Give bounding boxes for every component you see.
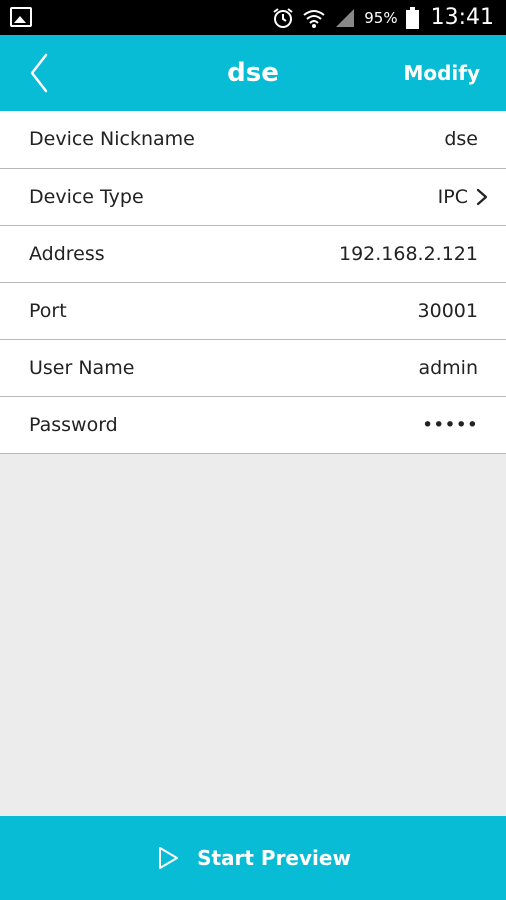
- back-button[interactable]: [24, 51, 64, 95]
- device-nickname-row[interactable]: Device Nickname dse: [0, 111, 506, 169]
- modify-button[interactable]: Modify: [403, 35, 480, 111]
- user-name-row[interactable]: User Name admin: [0, 340, 506, 397]
- device-nickname-label: Device Nickname: [29, 128, 195, 150]
- battery-icon: [405, 6, 419, 29]
- password-row[interactable]: Password •••••: [0, 397, 506, 454]
- device-type-row[interactable]: Device Type IPC: [0, 169, 506, 226]
- signal-icon: [336, 8, 355, 27]
- address-row[interactable]: Address 192.168.2.121: [0, 226, 506, 283]
- status-bar: 95% 13:41: [0, 0, 506, 35]
- port-value: 30001: [417, 300, 478, 322]
- wifi-icon: [303, 9, 325, 28]
- address-value: 192.168.2.121: [338, 243, 478, 265]
- battery-percent: 95%: [364, 8, 398, 27]
- device-details-list: Device Nickname dse Device Type IPC Addr…: [0, 111, 506, 454]
- device-type-label: Device Type: [29, 186, 144, 208]
- user-name-value: admin: [418, 357, 478, 379]
- port-label: Port: [29, 300, 67, 322]
- chevron-left-icon: [30, 53, 48, 93]
- gallery-notification-icon: [10, 7, 32, 27]
- status-icons: 95% 13:41: [272, 0, 494, 35]
- alarm-icon: [273, 7, 293, 28]
- user-name-label: User Name: [29, 357, 135, 379]
- device-nickname-value: dse: [444, 128, 478, 150]
- start-preview-label: Start Preview: [197, 846, 351, 870]
- device-type-value: IPC: [437, 186, 468, 208]
- port-row[interactable]: Port 30001: [0, 283, 506, 340]
- chevron-right-icon: [476, 188, 488, 206]
- play-icon: [159, 847, 179, 869]
- password-label: Password: [29, 414, 118, 436]
- start-preview-button[interactable]: Start Preview: [0, 816, 506, 900]
- app-bar: dse Modify: [0, 35, 506, 111]
- clock: 13:41: [430, 5, 494, 30]
- password-value: •••••: [421, 414, 478, 436]
- address-label: Address: [29, 243, 105, 265]
